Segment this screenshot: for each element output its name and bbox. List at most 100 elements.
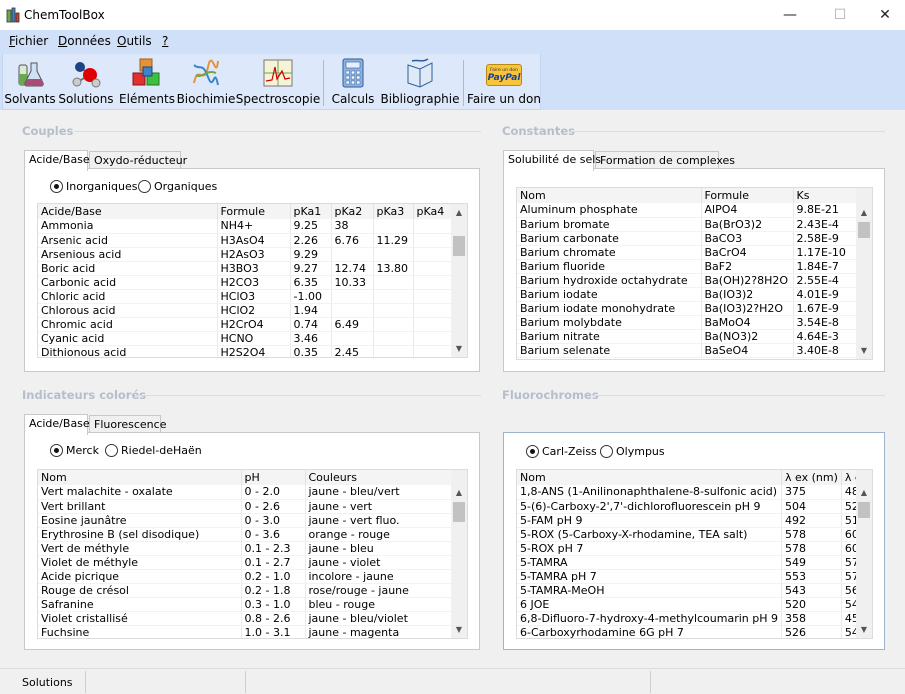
radio-olympus[interactable]: Olympus bbox=[600, 445, 665, 458]
table-row[interactable]: Rouge de crésol 0.2 - 1.8 rose/rouge - jau… bbox=[38, 583, 453, 598]
scroll-down-icon[interactable]: ▼ bbox=[856, 623, 872, 637]
menu-help[interactable]: ? bbox=[162, 34, 168, 48]
tab-solubilite[interactable]: Solubilité de sels bbox=[503, 150, 601, 171]
table-row[interactable]: 5-FAM pH 9492518 bbox=[517, 513, 872, 528]
scroll-down-icon[interactable]: ▼ bbox=[451, 623, 467, 637]
scroll-thumb[interactable] bbox=[453, 502, 465, 522]
table-row[interactable]: Barium iodate Ba(IO3)2 4.01E-9 bbox=[517, 287, 859, 302]
column-header[interactable]: Nom bbox=[517, 470, 783, 485]
toolbar-elements-button[interactable]: Eléments bbox=[118, 54, 176, 110]
table-row[interactable]: Cyanic acid HCNO 3.46 bbox=[38, 331, 454, 346]
toolbar-biochimie-button[interactable]: Biochimie bbox=[177, 54, 235, 110]
fluorochromes-grid[interactable]: Nomλ ex (nm)λ em (nm) 1,8-ANS (1-Anilino… bbox=[516, 469, 873, 639]
column-header[interactable]: Nom bbox=[38, 470, 242, 485]
table-row[interactable]: 6 JOE520548 bbox=[517, 597, 872, 612]
column-header[interactable]: Ks bbox=[793, 188, 859, 203]
indicateurs-grid[interactable]: Nom pH Couleurs Vert malachite - oxalate 0 … bbox=[37, 469, 468, 639]
table-row[interactable]: Barium fluoride BaF2 1.84E-7 bbox=[517, 259, 859, 274]
table-row[interactable]: Eosine jaunâtre 0 - 3.0 jaune - vert fluo. bbox=[38, 513, 453, 528]
tab-fluorescence[interactable]: Fluorescence bbox=[89, 415, 166, 433]
table-row[interactable]: 5-TAMRA pH 7553576 bbox=[517, 569, 872, 584]
table-row[interactable]: Barium iodate monohydrate Ba(IO3)2?H2O 1.6… bbox=[517, 301, 859, 316]
table-row[interactable]: Barium chromate BaCrO4 1.17E-10 bbox=[517, 245, 859, 260]
toolbar-solvants-button[interactable]: Solvants bbox=[4, 54, 56, 110]
table-row[interactable]: Violet de méthyle 0.1 - 2.7 jaune - violet bbox=[38, 555, 453, 570]
radio-riedel[interactable]: Riedel-deHaën bbox=[105, 444, 202, 457]
scroll-up-icon[interactable]: ▲ bbox=[451, 486, 467, 500]
table-row[interactable]: Barium selenate BaSeO4 3.40E-8 bbox=[517, 343, 859, 358]
constantes-grid[interactable]: Nom Formule Ks Aluminum phosphate AlPO4 9.8E… bbox=[516, 187, 873, 360]
table-row[interactable]: Chloric acid HClO3 -1.00 bbox=[38, 289, 454, 304]
scroll-up-icon[interactable]: ▲ bbox=[856, 486, 872, 500]
table-row[interactable]: Carbonic acid H2CO3 6.35 10.33 bbox=[38, 275, 454, 290]
table-row[interactable]: Aluminum phosphate AlPO4 9.8E-21 bbox=[517, 203, 859, 218]
column-header[interactable]: pH bbox=[241, 470, 306, 485]
table-row[interactable]: 6-Carboxyrhodamine 6G pH 7526547 bbox=[517, 625, 872, 638]
toolbar-calculs-button[interactable]: Calculs bbox=[329, 54, 377, 110]
scroll-thumb[interactable] bbox=[453, 236, 465, 256]
radio-inorganiques[interactable]: Inorganiques bbox=[50, 180, 137, 193]
table-row[interactable]: Arsenious acid H2AsO3 9.29 bbox=[38, 247, 454, 262]
table-row[interactable]: 5-ROX (5-Carboxy-X-rhodamine, TEA salt) 5… bbox=[517, 527, 872, 542]
radio-carl-zeiss[interactable]: Carl-Zeiss bbox=[526, 445, 597, 458]
menu-donnees[interactable]: Données bbox=[58, 34, 111, 48]
indicateurs-scrollbar[interactable]: ▲ ▼ bbox=[451, 470, 467, 638]
column-header[interactable]: Nom bbox=[517, 188, 702, 203]
scroll-thumb[interactable] bbox=[858, 222, 870, 238]
table-row[interactable]: Vert de méthyle 0.1 - 2.3 jaune - bleu bbox=[38, 541, 453, 556]
tab-acide-base[interactable]: Acide/Base bbox=[24, 150, 90, 171]
table-row[interactable]: Barium molybdate BaMoO4 3.54E-8 bbox=[517, 315, 859, 330]
radio-merck[interactable]: Merck bbox=[50, 444, 99, 457]
column-header[interactable]: pKa2 bbox=[331, 204, 374, 219]
table-row[interactable]: Barium bromate Ba(BrO3)2 2.43E-4 bbox=[517, 217, 859, 232]
table-row[interactable]: Vert malachite - oxalate 0 - 2.0 jaune - b… bbox=[38, 485, 453, 500]
table-row[interactable]: Erythrosine B (sel disodique) 0 - 3.6 oran… bbox=[38, 527, 453, 542]
table-row[interactable]: 5-TAMRA-MeOH543567 bbox=[517, 583, 872, 598]
tab-indicateurs-acide-base[interactable]: Acide/Base bbox=[24, 414, 90, 435]
scroll-up-icon[interactable]: ▲ bbox=[856, 206, 872, 220]
table-row[interactable]: Chromic acid H2CrO4 0.74 6.49 bbox=[38, 317, 454, 332]
table-row[interactable]: Dithionous acid H2S2O4 0.35 2.45 bbox=[38, 345, 454, 357]
scroll-down-icon[interactable]: ▼ bbox=[856, 344, 872, 358]
menu-outils[interactable]: Outils bbox=[117, 34, 152, 48]
table-row[interactable]: Acide picrique 0.2 - 1.0 incolore - jaune bbox=[38, 569, 453, 584]
tab-oxydo-reducteur[interactable]: Oxydo-réducteur bbox=[89, 151, 187, 169]
toolbar-solutions-button[interactable]: Solutions bbox=[58, 54, 114, 110]
table-row[interactable]: Ammonia NH4+ 9.25 38 bbox=[38, 219, 454, 234]
column-header[interactable]: pKa3 bbox=[373, 204, 414, 219]
table-row[interactable]: Vert brillant 0 - 2.6 jaune - vert bbox=[38, 499, 453, 514]
column-header[interactable]: Couleurs bbox=[305, 470, 453, 485]
table-row[interactable]: Barium carbonate BaCO3 2.58E-9 bbox=[517, 231, 859, 246]
toolbar-spectroscopie-button[interactable]: Spectroscopie bbox=[236, 54, 320, 110]
maximize-button[interactable]: ☐ bbox=[817, 0, 863, 30]
table-row[interactable]: Chlorous acid HClO2 1.94 bbox=[38, 303, 454, 318]
column-header[interactable]: Formule bbox=[701, 188, 794, 203]
column-header[interactable]: λ ex (nm) bbox=[781, 470, 842, 485]
close-button[interactable]: ✕ bbox=[862, 0, 905, 30]
column-header[interactable]: pKa1 bbox=[290, 204, 332, 219]
scroll-down-icon[interactable]: ▼ bbox=[451, 342, 467, 356]
couples-grid[interactable]: Acide/Base Formule pKa1 pKa2 pKa3 pKa4 Ammoni… bbox=[37, 203, 468, 358]
table-row[interactable]: 1,8-ANS (1-Anilinonaphthalene-8-sulfonic… bbox=[517, 485, 872, 500]
table-row[interactable]: 5-(6)-Carboxy-2',7'-dichlorofluorescein … bbox=[517, 499, 872, 514]
table-row[interactable]: Safranine 0.3 - 1.0 bleu - rouge bbox=[38, 597, 453, 612]
tab-formation-complexes[interactable]: Formation de complexes bbox=[595, 151, 735, 169]
constantes-scrollbar[interactable]: ▲ ▼ bbox=[856, 188, 872, 359]
minimize-button[interactable]: — bbox=[767, 0, 813, 30]
table-row[interactable]: Barium nitrate Ba(NO3)2 4.64E-3 bbox=[517, 329, 859, 344]
scroll-thumb[interactable] bbox=[858, 502, 870, 518]
fluorochromes-scrollbar[interactable]: ▲ ▼ bbox=[856, 470, 872, 638]
table-row[interactable]: Barium hydroxide octahydrate Ba(OH)2?8H2O… bbox=[517, 273, 859, 288]
table-row[interactable]: Fuchsine 1.0 - 3.1 jaune - magenta bbox=[38, 625, 453, 638]
column-header[interactable]: pKa4 bbox=[413, 204, 454, 219]
radio-organiques[interactable]: Organiques bbox=[138, 180, 217, 193]
scroll-up-icon[interactable]: ▲ bbox=[451, 206, 467, 220]
table-row[interactable]: 5-ROX pH 7578604 bbox=[517, 541, 872, 556]
menu-fichier[interactable]: Fichier bbox=[9, 34, 48, 48]
toolbar-bibliographie-button[interactable]: Bibliographie bbox=[380, 54, 460, 110]
couples-scrollbar[interactable]: ▲ ▼ bbox=[451, 204, 467, 357]
column-header[interactable]: Formule bbox=[217, 204, 291, 219]
table-row[interactable]: Arsenic acid H3AsO4 2.26 6.76 11.29 bbox=[38, 233, 454, 248]
column-header[interactable]: Acide/Base bbox=[38, 204, 218, 219]
toolbar-don-button[interactable]: Faire un don PayPal Faire un don bbox=[466, 54, 542, 110]
